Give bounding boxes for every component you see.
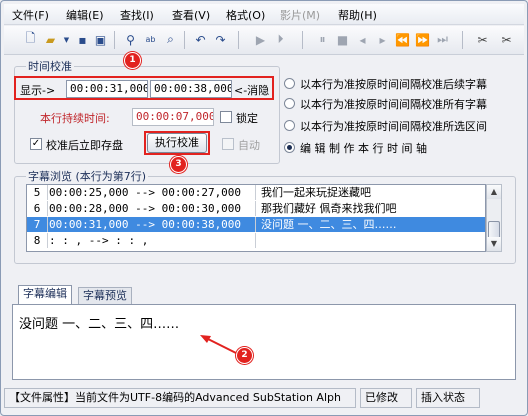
table-row[interactable]: 8 : : , --> : : , [27, 233, 485, 248]
option-radio-range[interactable] [284, 120, 295, 131]
table-row[interactable]: 5 00:00:25,000 --> 00:00:27,000 我们一起来玩捉迷… [27, 185, 485, 200]
duration-field: 00:00:07,000 [132, 108, 214, 126]
row-number: 7 [27, 217, 48, 232]
end-time-field[interactable]: 00:00:38,000 [150, 80, 232, 98]
row-number: 6 [27, 201, 48, 216]
subtitle-list: 5 00:00:25,000 --> 00:00:27,000 我们一起来玩捉迷… [26, 184, 486, 252]
duration-label: 本行持续时间: [40, 112, 110, 125]
toolbar: 🗋 ▰ ▼ ▪ ▣ ⚲ ab ⌕ ↶ ↷ ▶ ⏵ ⏸ ■ ◂ ▸ ⏪ ⏩ ⏭ ✂… [4, 26, 524, 55]
toolbar-separator [114, 31, 115, 49]
clip-start-icon[interactable]: ✂ [474, 31, 491, 48]
save-all-icon[interactable]: ▣ [92, 31, 109, 48]
input-mode-status: 插入状态 [416, 388, 480, 408]
auto-checkbox[interactable] [222, 138, 234, 150]
cancel-label: <-消隐 [234, 84, 270, 97]
row-text: 没问题 一、二、三、四…… [261, 218, 397, 231]
row-time: 00:00:31,000 --> 00:00:38,000 [49, 217, 256, 232]
option-label-edit-timeline: 编 辑 制 作 本 行 时 间 轴 [300, 142, 427, 155]
option-radio-edit-timeline[interactable] [284, 142, 295, 153]
start-time-field[interactable]: 00:00:31,000 [66, 80, 148, 98]
play-icon[interactable]: ▶ [252, 31, 269, 48]
status-bar: 【文件属性】当前文件为UTF-8编码的Advanced SubStation A… [4, 388, 524, 410]
undo-icon[interactable]: ↶ [192, 31, 209, 48]
lock-label: 锁定 [236, 112, 258, 125]
step-icon[interactable]: ⏵ [272, 31, 289, 48]
row-time: : : , --> : : , [49, 233, 256, 248]
chevron-down-icon[interactable]: ▼ [58, 31, 75, 48]
menu-file[interactable]: 文件(F) [12, 7, 49, 23]
goto-icon[interactable]: ⌕ [162, 31, 179, 48]
row-text [261, 233, 481, 248]
menu-help[interactable]: 帮助(H) [338, 7, 377, 23]
toolbar-separator [302, 31, 303, 49]
open-folder-icon[interactable]: ▰ [42, 31, 59, 48]
prev-icon[interactable]: ◂ [354, 31, 371, 48]
callout-marker-1: 1 [124, 52, 141, 69]
lock-checkbox[interactable] [220, 111, 232, 123]
fast-forward-icon[interactable]: ⏩ [414, 31, 431, 48]
next-icon[interactable]: ▸ [374, 31, 391, 48]
auto-label: 自动 [238, 139, 260, 152]
table-row[interactable]: 6 00:00:28,000 --> 00:00:30,000 那我们藏好 佩奇… [27, 201, 485, 216]
editor-text: 没问题 一、二、三、四…… [19, 317, 180, 332]
save-after-checkbox[interactable]: ✓ [30, 138, 42, 150]
save-icon[interactable]: ▪ [74, 31, 91, 48]
row-text: 我们一起来玩捉迷藏吧 [261, 186, 371, 199]
menu-format[interactable]: 格式(O) [226, 7, 265, 23]
menu-edit[interactable]: 编辑(E) [66, 7, 104, 23]
redo-icon[interactable]: ↷ [212, 31, 229, 48]
row-number: 5 [27, 185, 48, 200]
scroll-down-icon[interactable]: ▼ [487, 237, 501, 251]
row-time: 00:00:25,000 --> 00:00:27,000 [49, 185, 256, 200]
replace-icon[interactable]: ab [142, 31, 159, 48]
rewind-icon[interactable]: ⏪ [394, 31, 411, 48]
scroll-up-icon[interactable]: ▲ [487, 185, 501, 199]
skip-end-icon[interactable]: ⏭ [434, 31, 451, 48]
new-file-icon[interactable]: 🗋 [22, 31, 39, 48]
clip-end-icon[interactable]: ✂ [498, 31, 515, 48]
tab-subtitle-edit[interactable]: 字幕编辑 [18, 285, 72, 305]
menu-bar: 文件(F) 编辑(E) 查找(I) 查看(V) 格式(O) 影片(M) 帮助(H… [4, 4, 524, 25]
execute-button[interactable]: 执行校准 [147, 133, 207, 153]
menu-movie[interactable]: 影片(M) [280, 7, 320, 23]
modified-status: 已修改 [360, 388, 412, 408]
option-radio-following[interactable] [284, 78, 295, 89]
subtitle-editor[interactable]: 没问题 一、二、三、四…… [12, 304, 516, 380]
option-label-all: 以本行为准按原时间间隔校准所有字幕 [300, 98, 487, 111]
toolbar-separator [184, 31, 185, 49]
save-after-label: 校准后立即存盘 [46, 139, 123, 152]
option-radio-all[interactable] [284, 98, 295, 109]
option-label-following: 以本行为准按原时间间隔校准后续字幕 [300, 78, 487, 91]
row-number: 8 [27, 233, 48, 248]
row-text: 那我们藏好 佩奇来找我们吧 [261, 202, 397, 215]
toolbar-separator [238, 31, 239, 49]
table-row-selected[interactable]: 7 00:00:31,000 --> 00:00:38,000 没问题 一、二、… [27, 217, 485, 232]
file-info-status: 【文件属性】当前文件为UTF-8编码的Advanced SubStation A… [4, 388, 356, 408]
option-label-range: 以本行为准按原时间间隔校准所选区间 [300, 120, 487, 133]
browse-group-title: 字幕浏览 (本行为第7行) [26, 168, 149, 184]
callout-marker-3: 3 [170, 156, 187, 173]
row-time: 00:00:28,000 --> 00:00:30,000 [49, 201, 256, 216]
list-scrollbar[interactable]: ▲ ▼ [486, 184, 502, 252]
tab-subtitle-preview[interactable]: 字幕预览 [78, 287, 132, 305]
stop-icon[interactable]: ■ [334, 31, 351, 48]
callout-marker-2: 2 [236, 347, 253, 364]
display-label: 显示-> [20, 84, 56, 97]
toolbar-separator [462, 31, 463, 49]
menu-find[interactable]: 查找(I) [120, 7, 154, 23]
timing-group-title: 时间校准 [26, 58, 74, 74]
menu-view[interactable]: 查看(V) [172, 7, 210, 23]
pause-icon[interactable]: ⏸ [314, 31, 331, 48]
find-icon[interactable]: ⚲ [122, 31, 139, 48]
